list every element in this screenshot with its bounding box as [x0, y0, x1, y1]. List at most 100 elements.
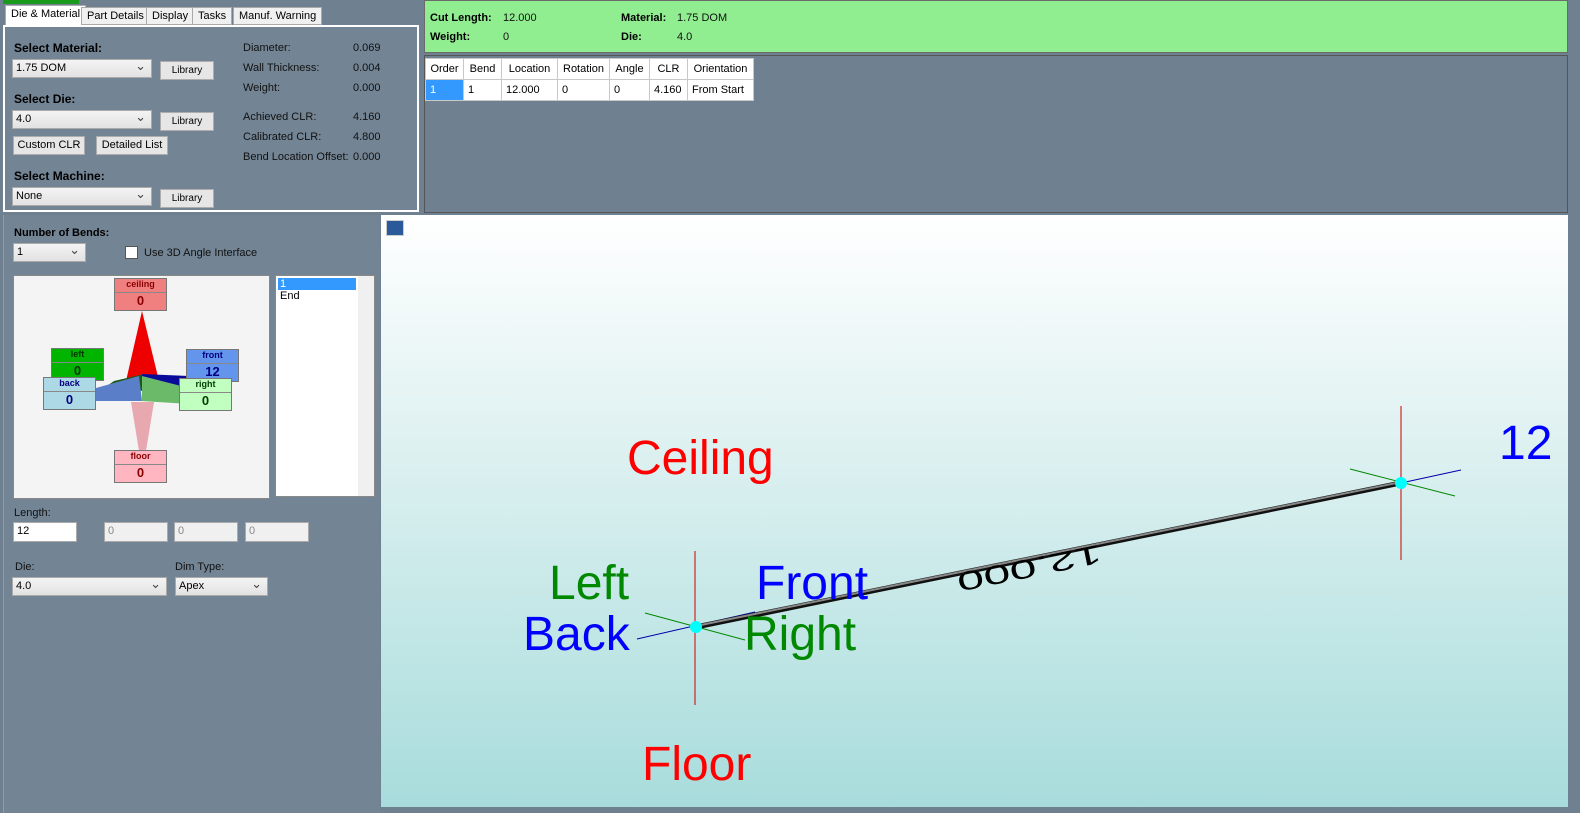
right-value: 0 [201, 393, 210, 408]
die-label: Die: [621, 31, 642, 43]
compass-widget[interactable]: ceiling 0 left 0 front 12 back 0 right 0 floor 0 [13, 275, 270, 499]
tube-scene [636, 406, 1462, 705]
machine-select[interactable]: None [12, 186, 152, 206]
tab-tasks[interactable]: Tasks [192, 7, 233, 25]
right-direction-box[interactable]: right 0 [179, 378, 232, 411]
die-library-button[interactable]: Library [160, 112, 214, 131]
bends-panel: Number of Bends: 1 Use 3D Angle Interfac… [3, 215, 380, 813]
summary-panel: Cut Length: 12.000 Weight: 0 Material: 1… [424, 0, 1568, 53]
bend-table-area: Order Bend Location Rotation Angle CLR Orienta… [424, 55, 1568, 213]
active-tab-indicator [3, 0, 79, 4]
achieved-clr-value: 4.160 [353, 111, 381, 123]
custom-clr-button[interactable]: Custom CLR [13, 136, 85, 155]
list-item[interactable]: 1 [278, 278, 356, 290]
bend-table: Order Bend Location Rotation Angle CLR Orienta… [425, 58, 754, 101]
table-cell[interactable]: 0 [609, 79, 650, 101]
front-value: 12 [205, 364, 220, 379]
calibrated-clr-value: 4.800 [353, 131, 381, 143]
weight-label: Weight: [243, 82, 281, 94]
weight-label: Weight: [430, 31, 471, 43]
weight-value: 0.000 [353, 82, 381, 94]
front-label: Front [756, 557, 869, 610]
table-cell[interactable]: 12.000 [501, 79, 558, 101]
right-label: right [180, 379, 231, 393]
column-header[interactable]: Order [425, 58, 464, 80]
extra-input-1: 0 [104, 522, 168, 542]
material-label: Material: [621, 12, 667, 24]
left-value: 0 [73, 363, 82, 378]
bend-location-offset-label: Bend Location Offset: [243, 151, 349, 163]
tab-die-material[interactable]: Die & Material [5, 5, 87, 26]
back-label: Back [523, 608, 630, 661]
wall-thickness-label: Wall Thickness: [243, 62, 320, 74]
ceiling-direction-box[interactable]: ceiling 0 [114, 278, 167, 311]
list-scrollbar[interactable] [358, 276, 374, 496]
dim-type-label: Dim Type: [175, 561, 225, 573]
extra-input-2: 0 [174, 522, 238, 542]
machine-library-button[interactable]: Library [160, 189, 214, 208]
extra-input-3: 0 [245, 522, 309, 542]
start-point [690, 621, 702, 633]
column-header[interactable]: Location [501, 58, 558, 80]
table-cell[interactable]: From Start [687, 79, 754, 101]
list-item[interactable]: End [278, 290, 356, 303]
floor-value: 0 [136, 465, 145, 480]
left-label: Left [549, 557, 630, 610]
select-machine-label: Select Machine: [14, 169, 105, 183]
material-select[interactable]: 1.75 DOM [12, 58, 152, 78]
column-header[interactable]: Rotation [557, 58, 610, 80]
floor-label: floor [115, 451, 166, 465]
floor-arrow [131, 402, 154, 451]
column-header[interactable]: Orientation [687, 58, 754, 80]
back-direction-box[interactable]: back 0 [43, 377, 96, 410]
achieved-clr-label: Achieved CLR: [243, 111, 317, 123]
table-cell[interactable]: 1 [425, 79, 464, 101]
diameter-value: 0.069 [353, 42, 381, 54]
cut-length-label: Cut Length: [430, 12, 492, 24]
table-cell[interactable]: 0 [557, 79, 610, 101]
select-material-label: Select Material: [14, 41, 103, 55]
material-library-button[interactable]: Library [160, 61, 214, 80]
calibrated-clr-label: Calibrated CLR: [243, 131, 322, 143]
ceiling-label: Ceiling [627, 432, 774, 485]
die-value: 4.0 [677, 31, 693, 43]
die-material-panel: Select Material: 1.75 DOM Library Select… [3, 25, 419, 212]
diameter-label: Diameter: [243, 42, 291, 54]
table-cell[interactable]: 1 [463, 79, 502, 101]
back-value: 0 [65, 392, 74, 407]
left-label: left [52, 349, 103, 363]
dim-type-select[interactable]: Apex [175, 576, 268, 596]
tab-display[interactable]: Display [146, 7, 195, 25]
use-3d-checkbox[interactable] [125, 246, 138, 259]
right-front-axis [1400, 469, 1462, 484]
column-header[interactable]: CLR [649, 58, 688, 80]
tab-manuf-warning[interactable]: Manuf. Warning [233, 7, 323, 25]
3d-view[interactable]: 12.000 Ceiling 12 Left Front Back Right … [381, 215, 1568, 807]
end-length-label: 12 [1499, 417, 1553, 470]
length-input[interactable]: 12 [13, 522, 77, 542]
number-of-bends-label: Number of Bends: [14, 227, 110, 239]
back-label: back [44, 378, 95, 392]
table-row[interactable]: 1 1 12.000 0 0 4.160 From Start [425, 79, 754, 101]
select-die-label: Select Die: [14, 92, 76, 106]
bend-list[interactable]: 1 End [275, 275, 375, 497]
detailed-list-button[interactable]: Detailed List [96, 136, 168, 155]
die-label: Die: [15, 561, 35, 573]
floor-label: Floor [642, 738, 752, 791]
column-header[interactable]: Angle [609, 58, 650, 80]
use-3d-label: Use 3D Angle Interface [144, 247, 258, 259]
cut-length-value: 12.000 [503, 12, 537, 24]
right-label: Right [744, 608, 857, 661]
end-point [1395, 477, 1407, 489]
column-header[interactable]: Bend [463, 58, 502, 80]
material-value: 1.75 DOM [677, 12, 728, 24]
table-header: Order Bend Location Rotation Angle CLR Orienta… [425, 58, 754, 80]
floor-direction-box[interactable]: floor 0 [114, 450, 167, 483]
table-cell[interactable]: 4.160 [649, 79, 688, 101]
number-of-bends-select[interactable]: 1 [13, 242, 86, 262]
die-select[interactable]: 4.0 [12, 109, 152, 129]
tab-part-details[interactable]: Part Details [81, 7, 150, 25]
die-select[interactable]: 4.0 [12, 576, 167, 596]
front-label: front [187, 350, 238, 364]
ceiling-value: 0 [136, 293, 145, 308]
